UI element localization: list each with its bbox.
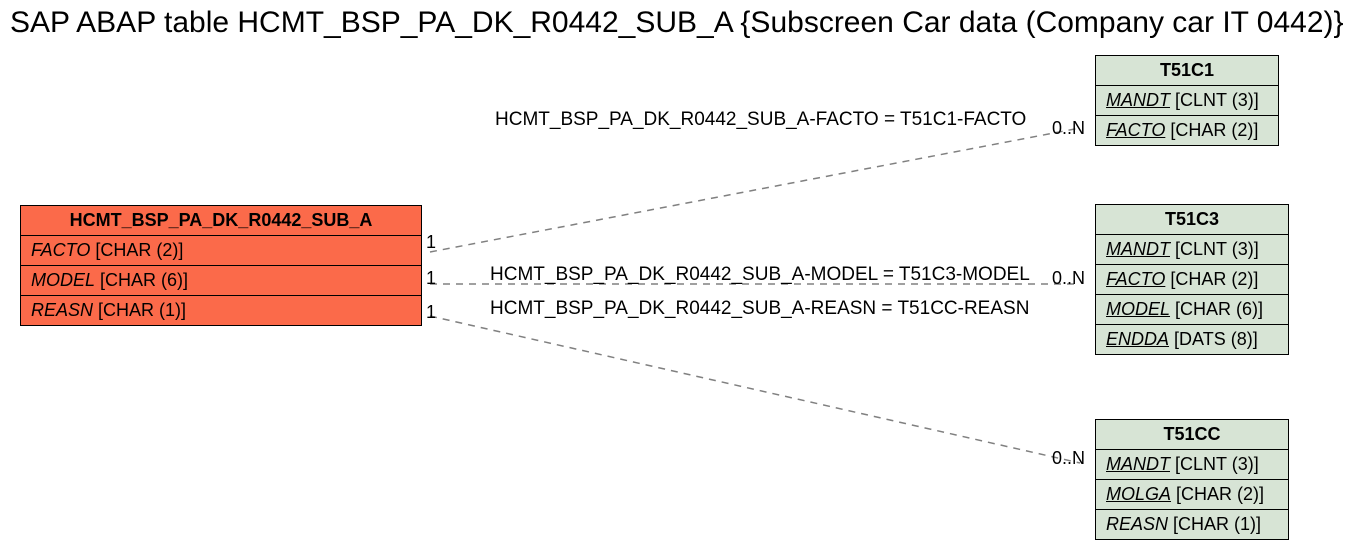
field-name: FACTO: [31, 240, 90, 260]
field-type: [CLNT (3)]: [1175, 90, 1259, 110]
field-type: [CHAR (2)]: [1170, 269, 1258, 289]
field-type: [CHAR (1)]: [1173, 514, 1261, 534]
field-name: FACTO: [1106, 120, 1165, 140]
entity-header: T51CC: [1096, 420, 1288, 450]
field-type: [CHAR (6)]: [100, 270, 188, 290]
entity-header: T51C3: [1096, 205, 1288, 235]
field-type: [CLNT (3)]: [1175, 239, 1259, 259]
field-name: FACTO: [1106, 269, 1165, 289]
entity-field-row: FACTO [CHAR (2)]: [21, 236, 421, 266]
cardinality-one: 1: [426, 302, 436, 323]
entity-field-row: MANDT [CLNT (3)]: [1096, 235, 1288, 265]
entity-field-row: MANDT [CLNT (3)]: [1096, 450, 1288, 480]
field-name: REASN: [1106, 514, 1168, 534]
entity-field-row: FACTO [CHAR (2)]: [1096, 116, 1278, 145]
entity-field-row: MODEL [CHAR (6)]: [1096, 295, 1288, 325]
field-name: MANDT: [1106, 239, 1170, 259]
entity-field-row: FACTO [CHAR (2)]: [1096, 265, 1288, 295]
field-type: [CHAR (6)]: [1175, 299, 1263, 319]
entity-header: HCMT_BSP_PA_DK_R0442_SUB_A: [21, 206, 421, 236]
entity-field-row: REASN [CHAR (1)]: [21, 296, 421, 325]
relationship-label: HCMT_BSP_PA_DK_R0442_SUB_A-FACTO = T51C1…: [495, 109, 1026, 131]
entity-field-row: MOLGA [CHAR (2)]: [1096, 480, 1288, 510]
field-name: ENDDA: [1106, 329, 1169, 349]
entity-field-row: MANDT [CLNT (3)]: [1096, 86, 1278, 116]
field-type: [CHAR (2)]: [1176, 484, 1264, 504]
page-title: SAP ABAP table HCMT_BSP_PA_DK_R0442_SUB_…: [10, 6, 1344, 40]
field-name: MANDT: [1106, 90, 1170, 110]
relationship-label: HCMT_BSP_PA_DK_R0442_SUB_A-MODEL = T51C3…: [490, 264, 1030, 286]
entity-t51c3: T51C3 MANDT [CLNT (3)] FACTO [CHAR (2)] …: [1095, 204, 1289, 355]
relationship-label: HCMT_BSP_PA_DK_R0442_SUB_A-REASN = T51CC…: [490, 298, 1029, 320]
entity-t51c1: T51C1 MANDT [CLNT (3)] FACTO [CHAR (2)]: [1095, 55, 1279, 146]
entity-t51cc: T51CC MANDT [CLNT (3)] MOLGA [CHAR (2)] …: [1095, 419, 1289, 540]
field-name: REASN: [31, 300, 93, 320]
field-name: MOLGA: [1106, 484, 1171, 504]
cardinality-many: 0..N: [1052, 448, 1085, 469]
entity-field-row: ENDDA [DATS (8)]: [1096, 325, 1288, 354]
field-name: MODEL: [31, 270, 95, 290]
cardinality-many: 0..N: [1052, 118, 1085, 139]
field-name: MODEL: [1106, 299, 1170, 319]
field-type: [CHAR (1)]: [98, 300, 186, 320]
entity-header: T51C1: [1096, 56, 1278, 86]
entity-hcmt-bsp-pa-dk-r0442-sub-a: HCMT_BSP_PA_DK_R0442_SUB_A FACTO [CHAR (…: [20, 205, 422, 326]
field-type: [CLNT (3)]: [1175, 454, 1259, 474]
field-type: [CHAR (2)]: [1170, 120, 1258, 140]
cardinality-one: 1: [426, 268, 436, 289]
cardinality-one: 1: [426, 232, 436, 253]
field-type: [DATS (8)]: [1174, 329, 1258, 349]
field-type: [CHAR (2)]: [95, 240, 183, 260]
entity-field-row: MODEL [CHAR (6)]: [21, 266, 421, 296]
field-name: MANDT: [1106, 454, 1170, 474]
cardinality-many: 0..N: [1052, 268, 1085, 289]
entity-field-row: REASN [CHAR (1)]: [1096, 510, 1288, 539]
